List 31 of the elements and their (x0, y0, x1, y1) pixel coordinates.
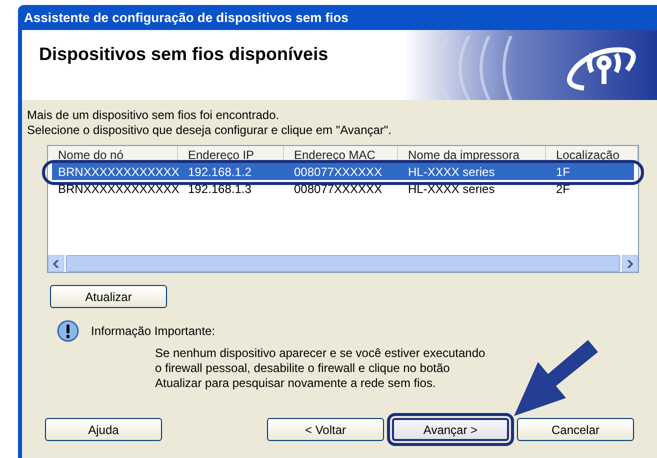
scroll-left-icon[interactable] (53, 260, 59, 268)
table-cell-text: 008077XXXXXX (293, 164, 384, 178)
cancel-button[interactable]: Cancelar (517, 418, 634, 441)
table-cell-text: BRNXXXXXXXXXXXX (57, 182, 180, 196)
column-header[interactable]: Endereço MAC (284, 146, 398, 162)
table-cell-text: HL-XXXX series (407, 182, 496, 196)
window-title: Assistente de configuração de dispositivos sem fios (23, 9, 350, 27)
column-header[interactable]: Localização (546, 146, 638, 162)
instruction-text: Mais de um dispositivo sem fios foi encontrado. (27, 108, 280, 123)
table-cell-text: 1F (555, 164, 572, 178)
device-row[interactable]: BRNXXXXXXXXXXXX 192.168.1.3 008077XXXXXX HL-XXXX series 2F (52, 180, 634, 197)
exclamation-icon (57, 320, 79, 342)
back-button[interactable]: < Voltar (267, 418, 384, 441)
table-cell-text: BRNXXXXXXXXXXXX (57, 164, 180, 178)
column-header[interactable]: Nome da impressora (398, 146, 546, 162)
page-heading: Dispositivos sem fios disponíveis (39, 44, 328, 65)
info-text: Se nenhum dispositivo aparecer e se você estiver executando o firewall pessoal, desabilite o firewall e clique no botão Atualizar para pesquisar novamente a rede sem fios. (155, 346, 486, 391)
info-title: Informação Importante: (91, 324, 216, 338)
help-button[interactable]: Ajuda (45, 418, 162, 441)
table-cell-text: 2F (555, 182, 572, 196)
horizontal-scrollbar[interactable] (48, 255, 638, 272)
table-cell-text: 192.168.1.3 (187, 182, 252, 196)
column-header[interactable]: Endereço IP (178, 146, 284, 162)
table-cell-text: 008077XXXXXX (293, 182, 384, 196)
table-cell-text: 192.168.1.2 (187, 164, 252, 178)
device-row[interactable]: BRNXXXXXXXXXXXX 192.168.1.2 008077XXXXXX HL-XXXX series 1F (52, 163, 634, 180)
table-cell-text: HL-XXXX series (407, 164, 496, 178)
column-header[interactable]: Nome do nó (48, 146, 178, 162)
scroll-right-icon[interactable] (627, 260, 633, 268)
refresh-button[interactable]: Atualizar (50, 285, 167, 308)
instruction-text: Selecione o dispositivo que deseja configurar e clique em "Avançar". (27, 123, 393, 138)
